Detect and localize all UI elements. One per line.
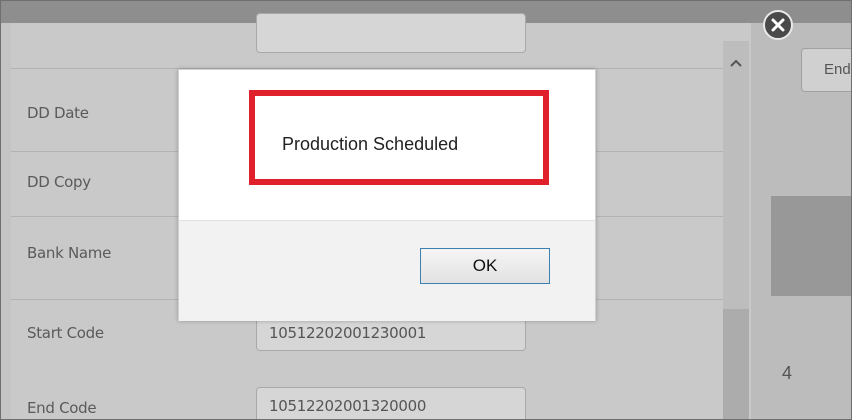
- close-icon[interactable]: [763, 10, 793, 40]
- label-dd-copy: DD Copy: [27, 173, 91, 191]
- ok-button[interactable]: OK: [420, 248, 550, 284]
- end-code-input[interactable]: 10512202001320000: [256, 387, 526, 419]
- scrollbar-thumb[interactable]: [723, 309, 749, 419]
- dialog-message: Production Scheduled: [282, 134, 459, 154]
- chevron-up-icon[interactable]: [723, 55, 749, 69]
- label-end-code: End Code: [27, 399, 97, 417]
- right-field-text: End: [824, 61, 851, 78]
- label-dd-date: DD Date: [27, 104, 89, 122]
- label-bank-name: Bank Name: [27, 244, 111, 262]
- scrollbar[interactable]: [723, 41, 749, 419]
- alert-dialog: Production Scheduled OK: [178, 69, 596, 321]
- app-frame: DD Date DD Copy Bank Name Start Code 105…: [0, 0, 852, 420]
- right-band: [771, 196, 851, 296]
- right-number: 4: [782, 363, 793, 383]
- label-start-code: Start Code: [27, 324, 104, 342]
- partial-field-top: [256, 13, 526, 53]
